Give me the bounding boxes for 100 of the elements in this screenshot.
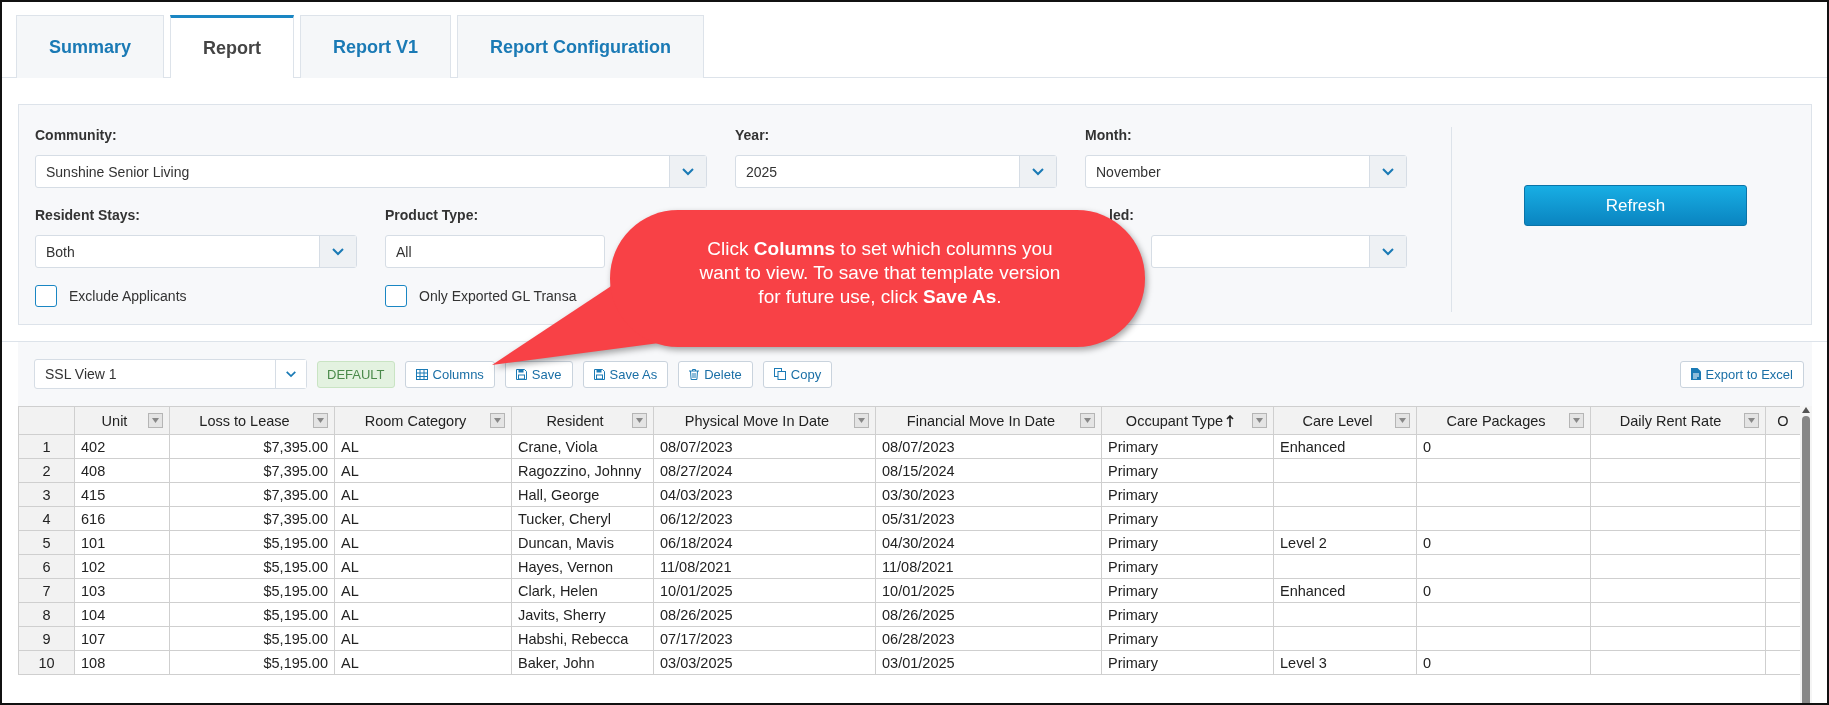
table-cell: 0 xyxy=(1416,650,1591,675)
caret-icon xyxy=(1031,167,1045,176)
default-badge: DEFAULT xyxy=(317,360,395,388)
table-cell: 06/12/2023 xyxy=(653,506,876,531)
table-cell: Primary xyxy=(1101,602,1274,627)
row-number: 9 xyxy=(18,626,75,651)
scrollbar[interactable] xyxy=(1800,406,1812,703)
column-header[interactable]: Loss to Lease xyxy=(169,406,335,435)
document-icon xyxy=(1690,368,1701,380)
table-cell: Baker, John xyxy=(511,650,654,675)
table-cell: $7,395.00 xyxy=(169,434,335,459)
column-header[interactable]: Occupant Type xyxy=(1101,406,1274,435)
table-cell: $5,195.00 xyxy=(169,530,335,555)
table-cell: $5,195.00 xyxy=(169,554,335,579)
table-cell: AL xyxy=(334,434,512,459)
table-cell: 0 xyxy=(1416,434,1591,459)
table-cell: 11/08/2021 xyxy=(653,554,876,579)
table-cell: Tucker, Cheryl xyxy=(511,506,654,531)
month-dropdown[interactable]: November xyxy=(1085,155,1407,188)
toolbar-button[interactable]: Save xyxy=(504,360,573,388)
checkbox-label: Exclude Applicants xyxy=(69,288,187,304)
table-cell: 03/01/2025 xyxy=(875,650,1102,675)
checkbox[interactable] xyxy=(35,285,57,307)
table-cell: 108 xyxy=(74,650,170,675)
filter-icon[interactable] xyxy=(632,413,647,428)
table-cell: Primary xyxy=(1101,578,1274,603)
toolbar-button[interactable]: Save As xyxy=(582,360,669,388)
tab[interactable]: Report xyxy=(170,15,295,78)
field-label: led: xyxy=(1108,207,1135,225)
column-header[interactable]: Resident xyxy=(511,406,654,435)
resident-stays-dropdown[interactable]: Both xyxy=(35,235,357,268)
table-cell: Primary xyxy=(1101,506,1274,531)
table-cell: AL xyxy=(334,458,512,483)
tab[interactable]: Report Configuration xyxy=(457,15,705,78)
field-label: Product Type: xyxy=(385,207,480,225)
column-header[interactable]: Unit xyxy=(74,406,170,435)
toolbar-button[interactable]: Copy xyxy=(762,360,833,388)
table-cell: Enhanced xyxy=(1273,578,1417,603)
filter-icon[interactable] xyxy=(1252,413,1267,428)
table-cell: $7,395.00 xyxy=(169,482,335,507)
column-header[interactable]: Daily Rent Rate xyxy=(1590,406,1766,435)
filter-icon[interactable] xyxy=(1744,413,1759,428)
field-label: Year: xyxy=(735,127,771,145)
table-cell: Habshi, Rebecca xyxy=(511,626,654,651)
copy-icon xyxy=(773,368,786,380)
filter-icon[interactable] xyxy=(1080,413,1095,428)
column-header[interactable]: Care Packages xyxy=(1416,406,1591,435)
tab[interactable]: Summary xyxy=(16,15,165,78)
table-cell: Ragozzino, Johnny xyxy=(511,458,654,483)
table-cell: 402 xyxy=(74,434,170,459)
column-header[interactable]: Physical Move In Date xyxy=(653,406,876,435)
table-cell: 616 xyxy=(74,506,170,531)
filter-icon[interactable] xyxy=(854,413,869,428)
filter-icon[interactable] xyxy=(1569,413,1584,428)
filter-icon[interactable] xyxy=(313,413,328,428)
table-cell: 08/26/2025 xyxy=(653,602,876,627)
tab[interactable]: Report V1 xyxy=(300,15,452,78)
table-cell: 107 xyxy=(74,626,170,651)
checkbox[interactable] xyxy=(385,285,407,307)
filter-icon[interactable] xyxy=(1395,413,1410,428)
table-cell: AL xyxy=(334,530,512,555)
view-dropdown[interactable]: SSL View 1 xyxy=(34,359,307,389)
trash-icon xyxy=(689,368,700,380)
table-cell: $5,195.00 xyxy=(169,650,335,675)
column-header[interactable]: Care Level xyxy=(1273,406,1417,435)
column-header[interactable]: O xyxy=(1765,406,1801,435)
toolbar-button[interactable]: Delete xyxy=(678,360,753,388)
caret-icon xyxy=(1381,247,1395,256)
row-number: 2 xyxy=(18,458,75,483)
row-number: 4 xyxy=(18,506,75,531)
export-button[interactable]: Export to Excel xyxy=(1679,360,1804,388)
row-number: 8 xyxy=(18,602,75,627)
table-cell: 08/07/2023 xyxy=(653,434,876,459)
table-cell: Primary xyxy=(1101,482,1274,507)
row-number: 7 xyxy=(18,578,75,603)
table-cell: $7,395.00 xyxy=(169,506,335,531)
table-cell: Primary xyxy=(1101,458,1274,483)
table-cell: $5,195.00 xyxy=(169,626,335,651)
table-cell: 08/26/2025 xyxy=(875,602,1102,627)
year-dropdown[interactable]: 2025 xyxy=(735,155,1057,188)
table-cell: Hall, George xyxy=(511,482,654,507)
community-dropdown[interactable]: Sunshine Senior Living xyxy=(35,155,707,188)
column-header[interactable]: Room Category xyxy=(334,406,512,435)
table-cell: 03/30/2023 xyxy=(875,482,1102,507)
table-cell: 11/08/2021 xyxy=(875,554,1102,579)
table-cell: Primary xyxy=(1101,530,1274,555)
callout-text: Click Columns to set which columns you want to view. To save that template version for future use, click Save As. xyxy=(698,237,1062,309)
toolbar-button[interactable]: Columns xyxy=(404,360,495,388)
table-cell: 102 xyxy=(74,554,170,579)
filter-icon[interactable] xyxy=(490,413,505,428)
table-cell: $5,195.00 xyxy=(169,578,335,603)
scroll-up-arrow-icon[interactable] xyxy=(1801,406,1811,414)
column-header[interactable]: Financial Move In Date xyxy=(875,406,1102,435)
table-cell: AL xyxy=(334,554,512,579)
filter-icon[interactable] xyxy=(148,413,163,428)
row-number: 5 xyxy=(18,530,75,555)
table-cell: 05/31/2023 xyxy=(875,506,1102,531)
table-cell: AL xyxy=(334,602,512,627)
table-cell: 07/17/2023 xyxy=(653,626,876,651)
product-type-dropdown[interactable]: All xyxy=(385,235,605,268)
